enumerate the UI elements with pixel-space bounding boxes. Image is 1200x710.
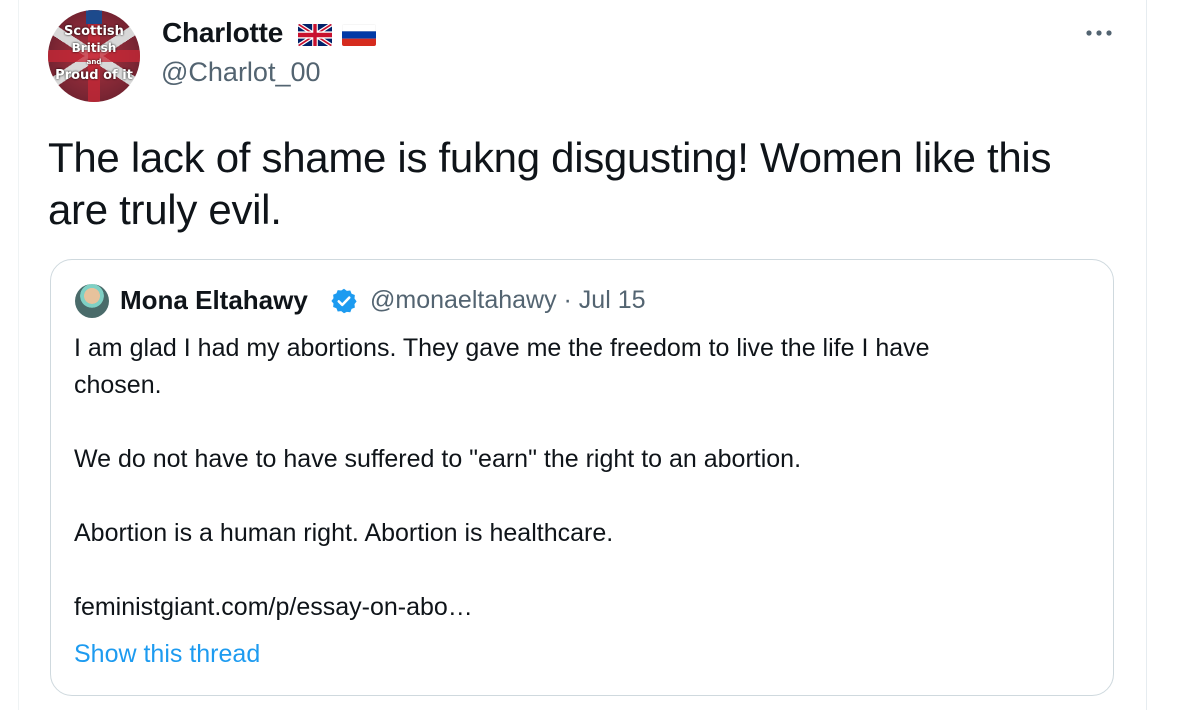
avatar-text-line: British [71, 41, 117, 55]
flag-russia-icon [342, 24, 376, 46]
right-divider [1146, 0, 1147, 710]
quoted-tweet-body: I am glad I had my abortions. They gave … [74, 330, 1084, 626]
quoted-tweet-card[interactable]: Mona Eltahawy @monaeltahawy · Jul 15 I a… [50, 259, 1114, 696]
avatar-text-line: Scottish [64, 24, 124, 39]
avatar-saltire-icon [86, 10, 102, 24]
show-thread-link[interactable]: Show this thread [74, 640, 260, 669]
verified-badge-icon [331, 288, 357, 314]
quoted-author-name: Mona Eltahawy [120, 285, 308, 315]
more-horizontal-icon[interactable] [1084, 18, 1114, 48]
quoted-text-line: Abortion is a human right. Abortion is h… [74, 519, 614, 547]
avatar-text-line: and [86, 58, 102, 66]
quoted-text-line: I am glad I had my abortions. They gave … [74, 334, 930, 362]
quoted-handle-date: @monaeltahawy · Jul 15 [370, 286, 646, 314]
tweet-text: The lack of shame is fukng disgusting! W… [48, 132, 1128, 236]
author-handle[interactable]: @Charlot_00 [161, 57, 321, 88]
avatar[interactable]: Scottish British and Proud of it [48, 10, 140, 102]
quoted-link[interactable]: feministgiant.com/p/essay-on-abo… [74, 589, 1084, 626]
quoted-text-line: We do not have to have suffered to "earn… [74, 445, 802, 473]
avatar-text-line: Proud of it [55, 68, 133, 83]
tweet-text-line: are truly evil. [48, 186, 282, 233]
tweet-text-line: The lack of shame is fukng disgusting! W… [48, 134, 1052, 181]
author-name[interactable]: Charlotte [162, 17, 283, 49]
quoted-text-line: chosen. [74, 371, 162, 399]
left-divider [18, 0, 19, 710]
flag-uk-icon [298, 24, 332, 46]
quoted-avatar[interactable] [75, 284, 109, 318]
